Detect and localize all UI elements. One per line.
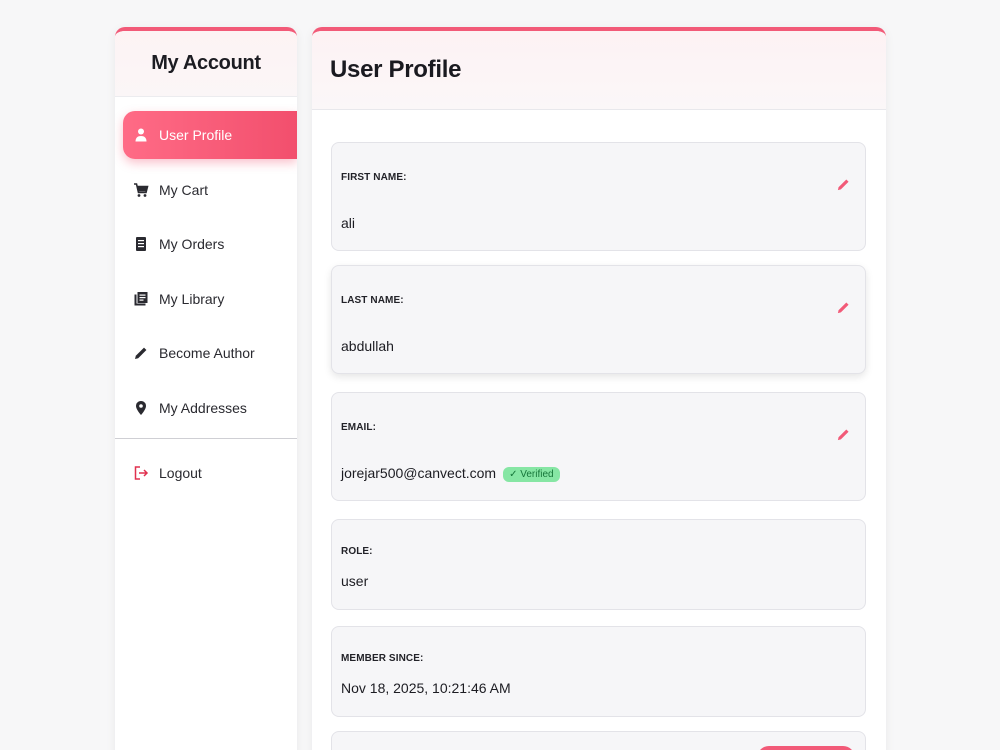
- cart-icon: [133, 182, 149, 198]
- sidebar-item-label: My Library: [159, 290, 225, 307]
- verified-badge: ✓ Verified: [503, 467, 560, 482]
- sidebar-item-label: My Addresses: [159, 399, 247, 416]
- sidebar-item-my-orders[interactable]: My Orders: [123, 220, 297, 268]
- sidebar-item-become-author[interactable]: Become Author: [123, 329, 297, 377]
- pencil-icon: [837, 178, 849, 190]
- profile-fields: FIRST NAME: ali LAST NAME: abdullah EMAI…: [312, 110, 886, 717]
- field-label: EMAIL:: [341, 422, 377, 433]
- pencil-icon: [133, 345, 149, 361]
- sidebar-title: My Account: [151, 52, 261, 74]
- field-label: MEMBER SINCE:: [341, 653, 424, 664]
- sidebar-item-my-addresses[interactable]: My Addresses: [123, 384, 297, 432]
- sidebar-item-label: My Cart: [159, 181, 208, 198]
- sidebar-item-user-profile[interactable]: User Profile: [123, 111, 297, 159]
- last-name-field: LAST NAME: abdullah: [331, 265, 866, 374]
- sidebar-item-label: Become Author: [159, 345, 255, 361]
- actions-card: [331, 731, 866, 750]
- edit-last-name-button[interactable]: [833, 297, 853, 317]
- field-value: jorejar500@canvect.com ✓ Verified: [341, 465, 560, 482]
- logout-button[interactable]: Logout: [123, 449, 297, 497]
- edit-first-name-button[interactable]: [833, 174, 853, 194]
- email-value: jorejar500@canvect.com: [341, 465, 497, 481]
- user-icon: [133, 127, 149, 143]
- action-button[interactable]: [757, 746, 855, 750]
- field-label: FIRST NAME:: [341, 172, 407, 183]
- sidebar-item-my-cart[interactable]: My Cart: [123, 166, 297, 214]
- member-since-field: MEMBER SINCE: Nov 18, 2025, 10:21:46 AM: [331, 626, 866, 717]
- field-value: Nov 18, 2025, 10:21:46 AM: [341, 680, 511, 696]
- sidebar-item-my-library[interactable]: My Library: [123, 275, 297, 323]
- field-value: ali: [341, 215, 356, 231]
- pencil-icon: [837, 428, 849, 440]
- sidebar-item-label: User Profile: [159, 127, 233, 143]
- field-value: abdullah: [341, 338, 394, 354]
- page-title: User Profile: [330, 56, 462, 83]
- sidebar-header: My Account: [115, 31, 297, 97]
- account-nav: User Profile My Cart My Orders My Librar…: [115, 97, 297, 497]
- nav-divider: [115, 438, 297, 439]
- field-value: user: [341, 573, 369, 589]
- location-icon: [133, 400, 149, 416]
- profile-panel: User Profile FIRST NAME: ali LAST NAME: …: [312, 27, 886, 750]
- email-field: EMAIL: jorejar500@canvect.com ✓ Verified: [331, 392, 866, 501]
- role-field: ROLE: user: [331, 519, 866, 610]
- edit-email-button[interactable]: [833, 424, 853, 444]
- logout-label: Logout: [159, 465, 202, 481]
- profile-header: User Profile: [312, 31, 886, 110]
- library-icon: [133, 291, 149, 307]
- field-label: ROLE:: [341, 546, 373, 557]
- account-sidebar: My Account User Profile My Cart My Order…: [115, 27, 297, 750]
- logout-icon: [133, 465, 149, 481]
- pencil-icon: [837, 301, 849, 313]
- orders-icon: [133, 236, 149, 252]
- field-label: LAST NAME:: [341, 295, 404, 306]
- sidebar-item-label: My Orders: [159, 236, 225, 252]
- first-name-field: FIRST NAME: ali: [331, 142, 866, 251]
